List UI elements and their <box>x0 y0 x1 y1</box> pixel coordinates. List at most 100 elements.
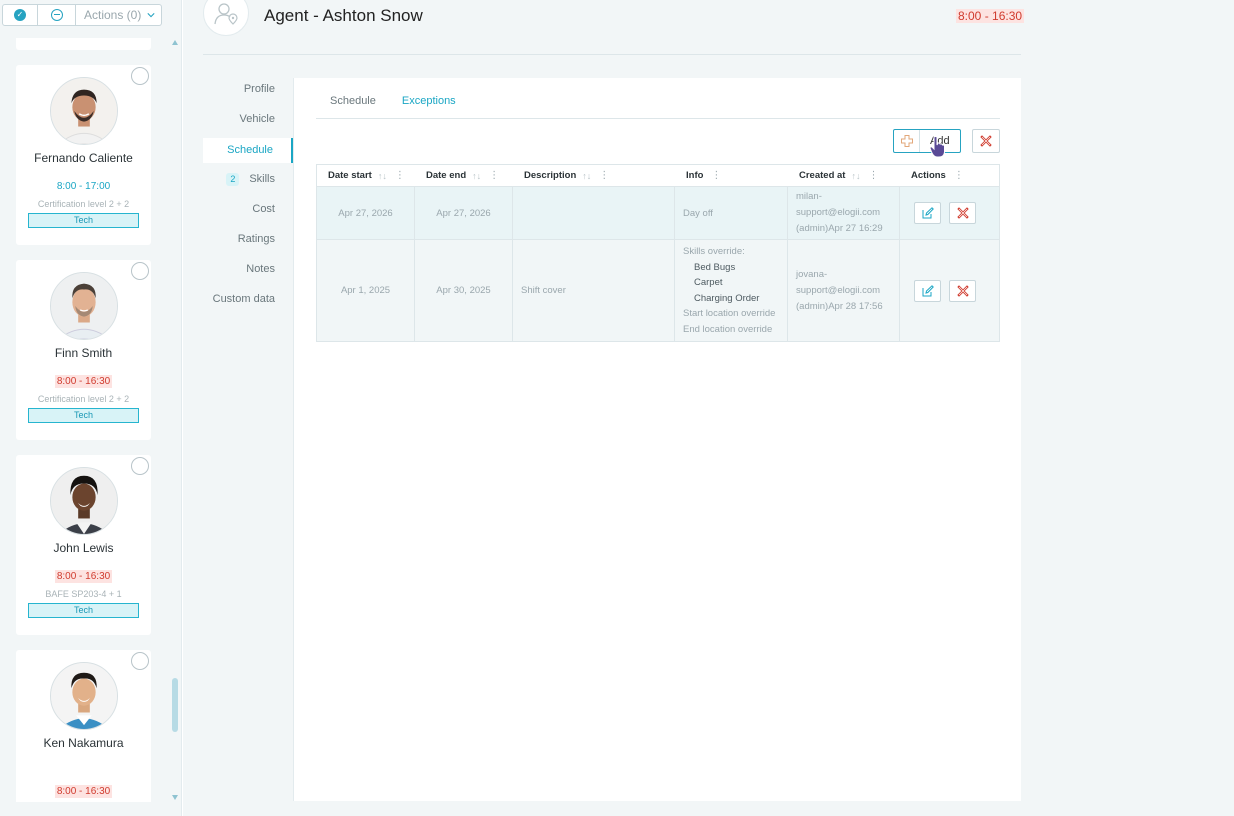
avatar <box>50 77 118 145</box>
agent-card[interactable]: Ken Nakamura 8:00 - 16:30 <box>16 650 151 802</box>
delete-row-button[interactable] <box>949 202 976 224</box>
agent-name: John Lewis <box>53 541 114 555</box>
agent-select-radio[interactable] <box>131 652 149 670</box>
check-circle-icon: ✓ <box>14 9 26 21</box>
add-button-label: Add <box>930 135 950 147</box>
agent-tag: Tech <box>28 408 139 423</box>
agent-card[interactable]: Fernando Caliente 8:00 - 17:00 Certifica… <box>16 65 151 245</box>
edit-row-button[interactable] <box>914 202 941 224</box>
tabs-divider <box>316 118 1000 119</box>
agent-hours: 8:00 - 17:00 <box>56 181 111 192</box>
agent-hours: 8:00 - 16:30 <box>54 785 113 798</box>
tab-exceptions[interactable]: Exceptions <box>389 90 468 119</box>
column-header-info[interactable]: Info ⋮ <box>675 165 788 186</box>
cell-info: Skills override: Bed Bugs Carpet Chargin… <box>675 240 788 341</box>
cell-info: Day off <box>675 187 788 239</box>
nav-item-notes[interactable]: Notes <box>203 258 293 288</box>
column-menu-icon: ⋮ <box>711 170 722 181</box>
cell-created-at: milan- support@elogii.com (admin)Apr 27 … <box>788 187 900 239</box>
edit-pencil-icon <box>922 207 934 219</box>
table-header: Date start ↑↓ ⋮ Date end ↑↓ ⋮ Description ↑↓ ⋮… <box>317 165 999 187</box>
app-window: ✓ Actions (0) Fernando Caliente 8:00 - 1… <box>0 0 1234 816</box>
agent-list[interactable]: Fernando Caliente 8:00 - 17:00 Certifica… <box>0 38 182 802</box>
nav-item-vehicle[interactable]: Vehicle <box>203 108 293 138</box>
exceptions-table: Date start ↑↓ ⋮ Date end ↑↓ ⋮ Description ↑↓ ⋮… <box>316 164 1000 342</box>
header-divider <box>203 54 1021 55</box>
nav-item-schedule[interactable]: Schedule <box>203 138 293 163</box>
delete-selected-button[interactable] <box>972 129 1000 153</box>
cell-actions <box>900 187 999 239</box>
nav-item-custom-data[interactable]: Custom data <box>203 288 293 318</box>
agent-list-scrollbar[interactable] <box>172 38 178 802</box>
actions-label: Actions (0) <box>84 8 142 22</box>
delete-row-button[interactable] <box>949 279 976 302</box>
avatar <box>50 662 118 730</box>
agent-name: Ken Nakamura <box>43 736 124 750</box>
column-menu-icon: ⋮ <box>868 170 879 181</box>
sort-icon: ↑↓ <box>377 170 387 181</box>
column-header-actions[interactable]: Actions ⋮ <box>900 165 999 186</box>
column-header-description[interactable]: Description ↑↓ ⋮ <box>513 165 675 186</box>
schedule-tabs: Schedule Exceptions <box>316 90 468 119</box>
page-title: Agent - Ashton Snow <box>264 6 423 25</box>
actions-dropdown[interactable]: Actions (0) <box>76 4 162 26</box>
agent-certification: BAFE SP203-4 + 1 <box>45 589 122 599</box>
agent-card[interactable]: John Lewis 8:00 - 16:30 BAFE SP203-4 + 1… <box>16 455 151 635</box>
minus-circle-icon <box>50 9 63 21</box>
tab-schedule[interactable]: Schedule <box>316 90 390 119</box>
column-menu-icon: ⋮ <box>489 170 500 181</box>
close-x-icon <box>980 135 992 147</box>
agent-card-partial <box>16 38 151 50</box>
column-menu-icon: ⋮ <box>394 170 405 181</box>
agent-name: Finn Smith <box>54 346 113 360</box>
agent-select-radio[interactable] <box>131 67 149 85</box>
cell-description: Shift cover <box>513 240 675 341</box>
schedule-content-panel: Schedule Exceptions Add Date start ↑↓ ⋮ … <box>293 78 1021 801</box>
column-header-date-end[interactable]: Date end ↑↓ ⋮ <box>415 165 513 186</box>
table-row[interactable]: Apr 1, 2025 Apr 30, 2025 Shift cover Ski… <box>317 240 999 341</box>
avatar <box>50 467 118 535</box>
nav-item-cost[interactable]: Cost <box>203 198 293 228</box>
chevron-down-icon <box>147 13 155 18</box>
agent-tag: Tech <box>28 603 139 618</box>
cell-date-end: Apr 30, 2025 <box>415 240 513 341</box>
column-header-created-at[interactable]: Created at ↑↓ ⋮ <box>788 165 900 186</box>
agent-certification: Certification level 2 + 2 <box>37 199 130 209</box>
column-header-date-start[interactable]: Date start ↑↓ ⋮ <box>317 165 415 186</box>
nav-item-skills[interactable]: 2 Skills <box>203 168 293 198</box>
agent-list-panel: ✓ Actions (0) Fernando Caliente 8:00 - 1… <box>0 0 182 816</box>
scroll-down-arrow-icon[interactable] <box>172 795 178 800</box>
column-menu-icon: ⋮ <box>953 170 964 181</box>
add-exception-button[interactable]: Add <box>893 129 961 153</box>
cell-date-end: Apr 27, 2026 <box>415 187 513 239</box>
user-location-icon <box>214 3 238 25</box>
select-all-button[interactable]: ✓ <box>2 4 38 26</box>
plus-icon <box>900 135 913 147</box>
agent-hours: 8:00 - 16:30 <box>54 570 113 583</box>
sort-icon: ↑↓ <box>472 170 482 181</box>
agent-select-radio[interactable] <box>131 262 149 280</box>
nav-item-profile[interactable]: Profile <box>203 78 293 108</box>
edit-row-button[interactable] <box>914 279 941 302</box>
cell-date-start: Apr 27, 2026 <box>317 187 415 239</box>
cell-description <box>513 187 675 239</box>
agent-side-nav: Profile Vehicle Schedule 2 Skills Cost Ra… <box>203 78 293 318</box>
close-x-icon <box>956 284 969 297</box>
deselect-all-button[interactable] <box>38 4 76 26</box>
agent-tag: Tech <box>28 213 139 228</box>
sort-icon: ↑↓ <box>582 170 592 181</box>
scroll-up-arrow-icon[interactable] <box>172 40 178 45</box>
skills-count-badge: 2 <box>226 173 240 186</box>
agent-card[interactable]: Finn Smith 8:00 - 16:30 Certification le… <box>16 260 151 440</box>
scrollbar-thumb[interactable] <box>172 678 178 732</box>
close-x-icon <box>956 207 969 219</box>
header-working-hours: 8:00 - 16:30 <box>956 9 1025 23</box>
table-row[interactable]: Apr 27, 2026 Apr 27, 2026 Day off milan-… <box>317 187 999 240</box>
agent-certification: Certification level 2 + 2 <box>37 394 130 404</box>
agent-name: Fernando Caliente <box>34 151 133 165</box>
avatar <box>50 272 118 340</box>
nav-item-ratings[interactable]: Ratings <box>203 228 293 258</box>
agent-hours: 8:00 - 16:30 <box>54 375 113 388</box>
cell-created-at: jovana- support@elogii.com (admin)Apr 28… <box>788 240 900 341</box>
agent-select-radio[interactable] <box>131 457 149 475</box>
